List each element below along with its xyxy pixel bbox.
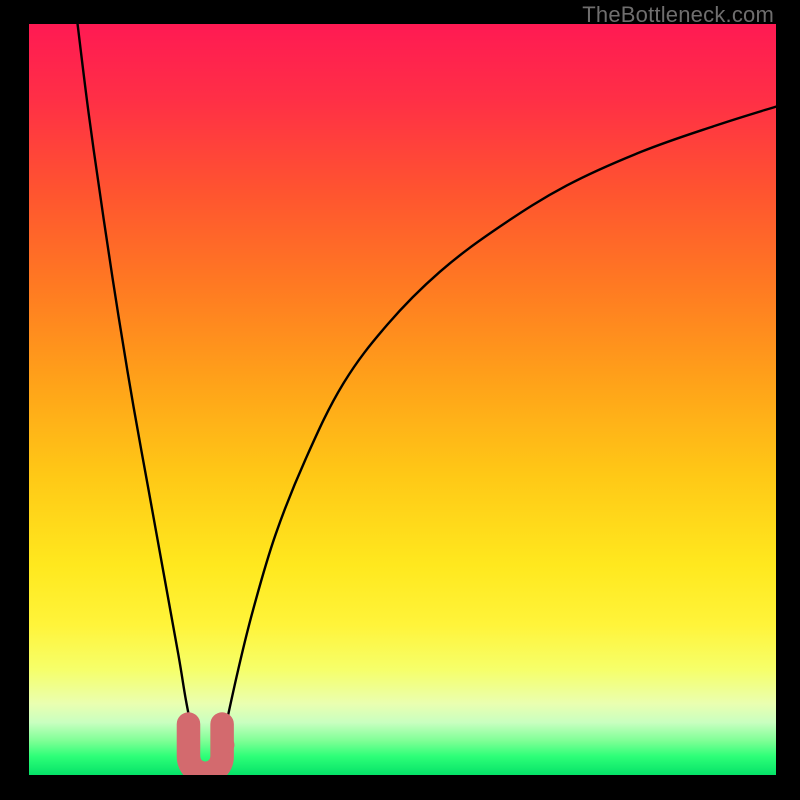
marker-group xyxy=(188,724,234,773)
watermark-text: TheBottleneck.com xyxy=(582,2,774,28)
plot-area xyxy=(29,24,776,775)
outer-frame: TheBottleneck.com xyxy=(0,0,800,800)
side-dot-marker xyxy=(218,737,234,753)
gradient-background xyxy=(29,24,776,775)
chart-svg xyxy=(29,24,776,775)
